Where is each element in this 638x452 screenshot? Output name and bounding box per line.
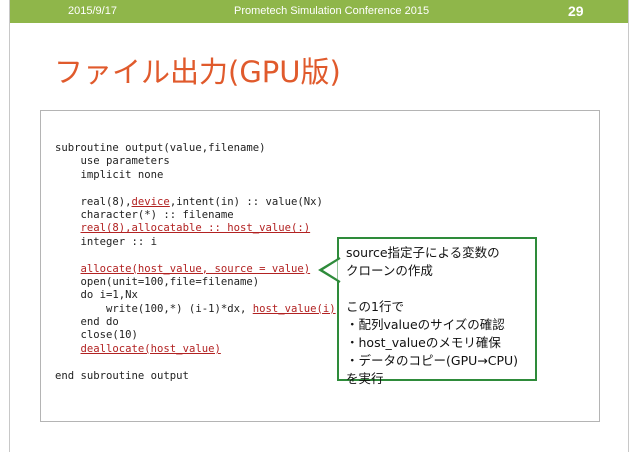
- callout-pointer-cover: [320, 257, 341, 283]
